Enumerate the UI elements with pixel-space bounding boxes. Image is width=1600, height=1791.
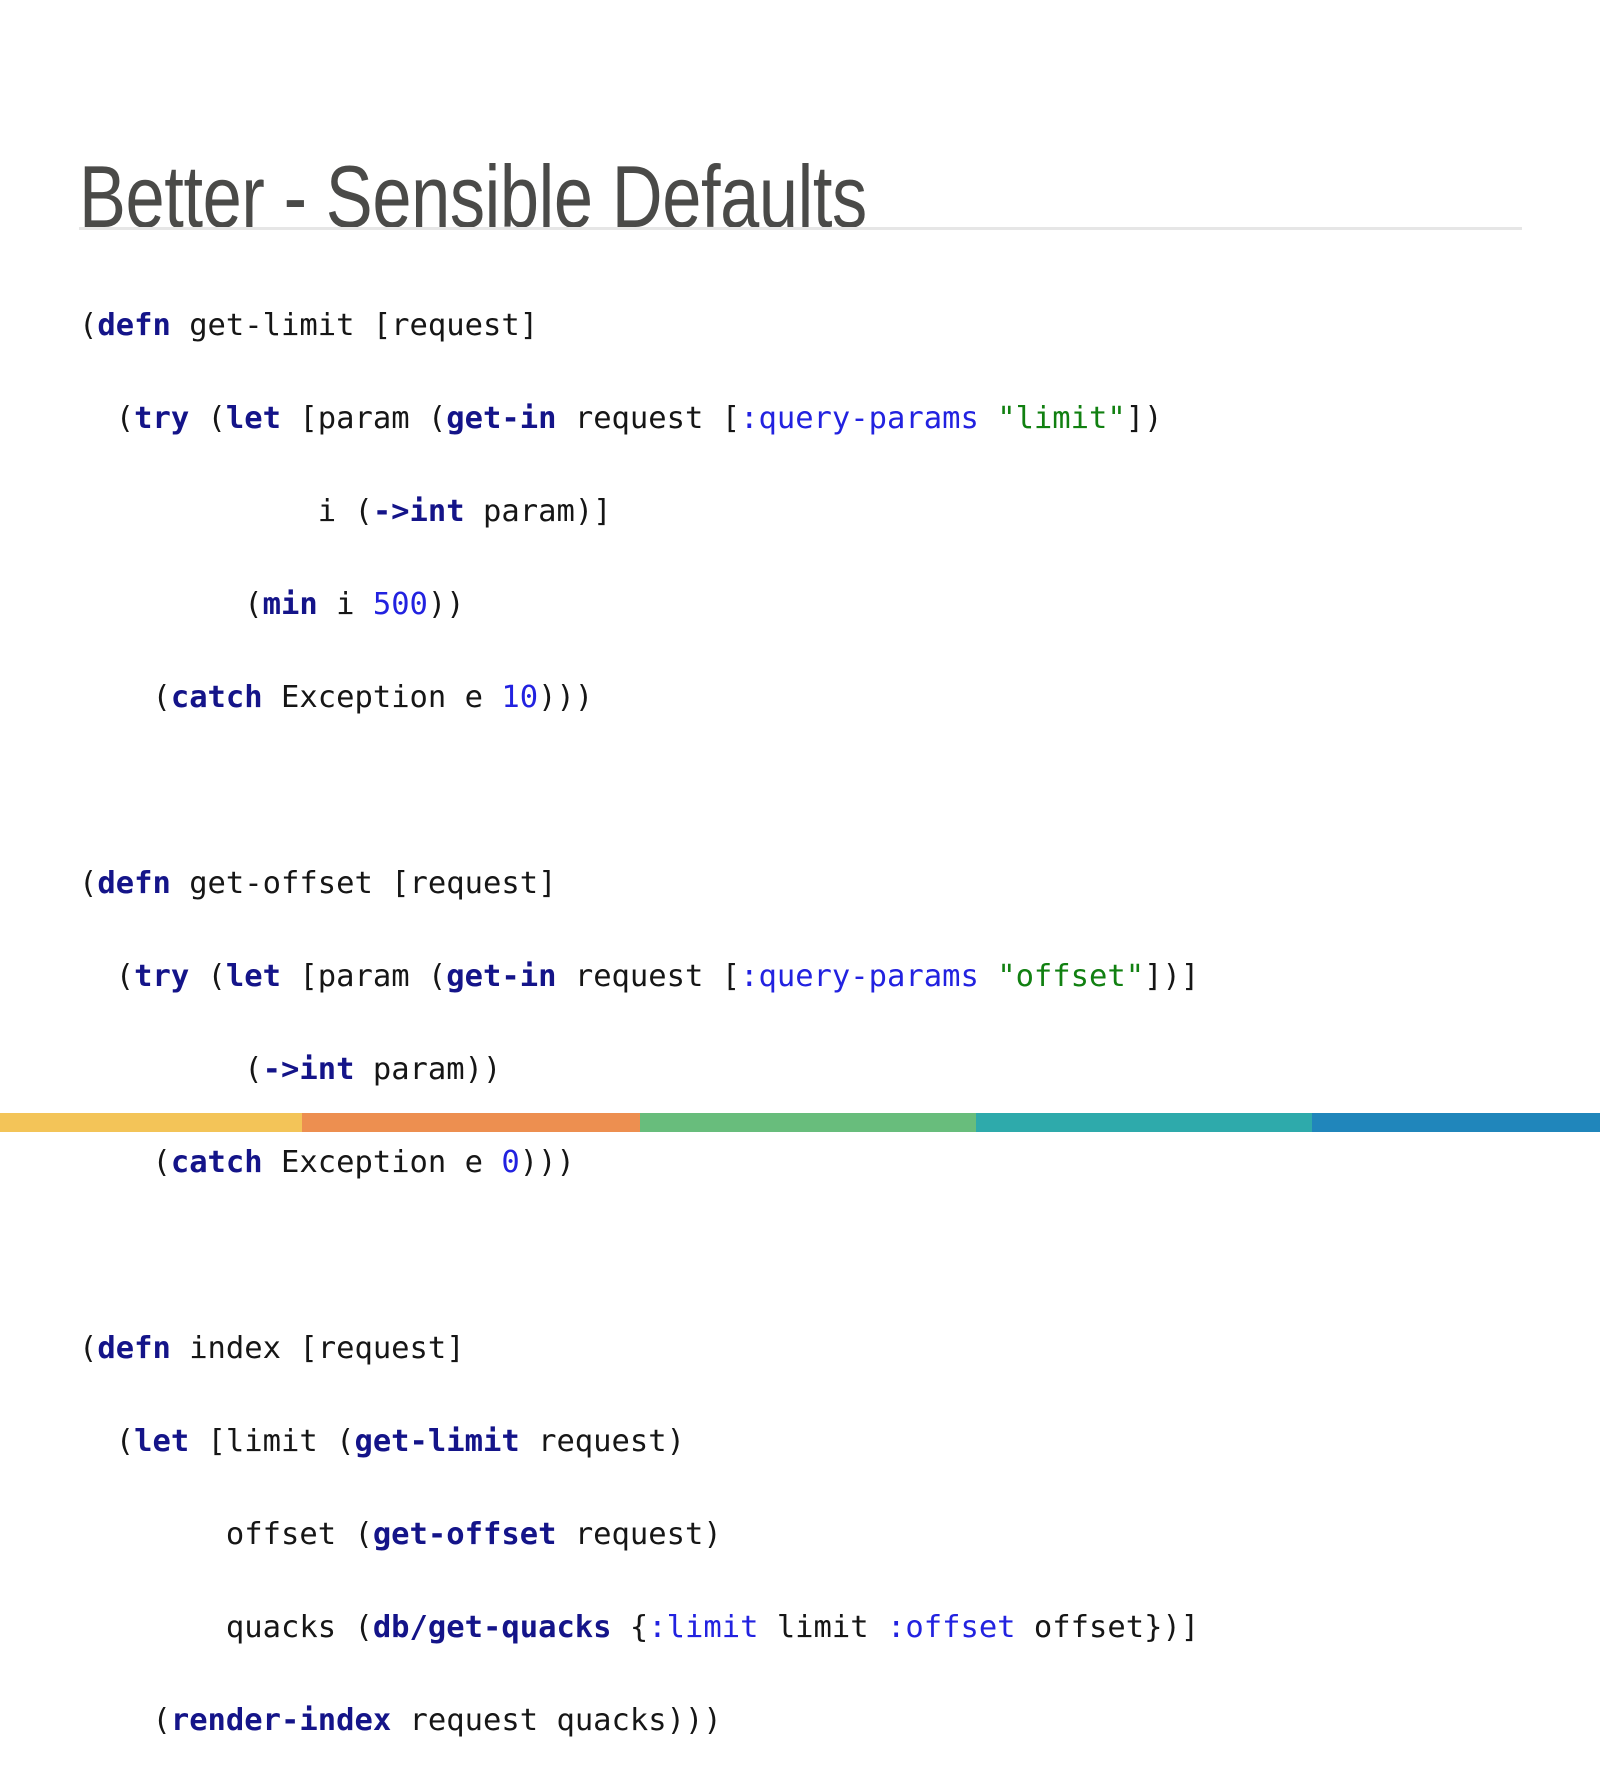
code-line: (catch Exception e 0))) bbox=[79, 1140, 1539, 1187]
code-token-sym: )) bbox=[427, 586, 465, 622]
footer-segment-yellow bbox=[0, 1113, 303, 1132]
code-token-sym: get-offset [request] bbox=[170, 865, 557, 901]
code-line: (->int param)) bbox=[79, 1047, 1539, 1094]
code-token-kw: defn bbox=[97, 307, 171, 343]
footer-color-bar bbox=[0, 1113, 1600, 1132]
code-line: (min i 500)) bbox=[79, 582, 1539, 629]
code-line: (catch Exception e 10))) bbox=[79, 675, 1539, 722]
code-token-kw: min bbox=[262, 586, 318, 622]
title-divider bbox=[79, 227, 1522, 230]
code-token-kwd: :query-params bbox=[740, 958, 979, 994]
code-line: quacks (db/get-quacks {:limit limit :off… bbox=[79, 1605, 1539, 1652]
code-token-sym: ( bbox=[79, 1051, 263, 1087]
code-token-sym: Exception e bbox=[262, 679, 502, 715]
footer-segment-teal bbox=[975, 1113, 1312, 1132]
code-token-sym: [param ( bbox=[281, 958, 447, 994]
code-token-sym: param)] bbox=[464, 493, 612, 529]
code-token-kw: get-in bbox=[446, 400, 557, 436]
code-token-sym: param)) bbox=[354, 1051, 502, 1087]
code-token-sym: ))) bbox=[519, 1144, 575, 1180]
code-token-num: 10 bbox=[501, 679, 539, 715]
code-line: (defn index [request] bbox=[79, 1326, 1539, 1373]
code-token-sym: Exception e bbox=[262, 1144, 502, 1180]
code-line: i (->int param)] bbox=[79, 489, 1539, 536]
code-token-kw: let bbox=[225, 958, 282, 994]
code-token-sym: ]) bbox=[1125, 400, 1163, 436]
code-line: (defn get-limit [request] bbox=[79, 303, 1539, 350]
code-token-kw: let bbox=[225, 400, 282, 436]
code-listing: (defn get-limit [request] (try (let [par… bbox=[79, 303, 1539, 1791]
code-token-sym: request quacks))) bbox=[391, 1702, 722, 1738]
footer-segment-green bbox=[639, 1113, 976, 1132]
footer-segment-orange bbox=[302, 1113, 640, 1132]
code-line: (try (let [param (get-in request [:query… bbox=[79, 396, 1539, 443]
code-token-sym: ( bbox=[189, 400, 226, 436]
code-token-sym: index [request] bbox=[170, 1330, 465, 1366]
code-token-sym: offset ( bbox=[79, 1516, 373, 1552]
code-token-sym: request [ bbox=[556, 400, 741, 436]
code-token-sym bbox=[979, 959, 997, 994]
code-token-sym: quacks ( bbox=[79, 1609, 373, 1645]
code-token-kwd: :offset bbox=[887, 1609, 1016, 1645]
code-token-kw: get-in bbox=[446, 958, 557, 994]
code-token-sym: ( bbox=[79, 958, 135, 994]
code-line: (render-index request quacks))) bbox=[79, 1698, 1539, 1745]
code-token-kw: ->int bbox=[262, 1051, 355, 1087]
code-token-sym: request) bbox=[556, 1516, 722, 1552]
code-token-sym: ( bbox=[79, 1423, 135, 1459]
code-token-sym: ( bbox=[79, 307, 98, 343]
code-token-sym: ( bbox=[79, 679, 171, 715]
code-token-kw: let bbox=[134, 1423, 190, 1459]
code-token-sym bbox=[979, 401, 997, 436]
code-line: (try (let [param (get-in request [:query… bbox=[79, 954, 1539, 1001]
code-token-sym: request) bbox=[519, 1423, 685, 1459]
code-token-kw: db/get-quacks bbox=[372, 1609, 612, 1645]
code-token-kwd: :query-params bbox=[740, 400, 979, 436]
code-token-sym: limit bbox=[758, 1609, 887, 1645]
code-token-sym: get-limit [request] bbox=[170, 307, 539, 343]
code-token-sym: request [ bbox=[556, 958, 741, 994]
code-line: offset (get-offset request) bbox=[79, 1512, 1539, 1559]
code-token-sym: ( bbox=[79, 400, 135, 436]
code-line: (let [limit (get-limit request) bbox=[79, 1419, 1539, 1466]
code-token-num: 500 bbox=[372, 586, 428, 622]
code-token-kw: try bbox=[134, 958, 190, 994]
code-token-sym: ))) bbox=[538, 679, 594, 715]
code-token-sym: ( bbox=[79, 1144, 171, 1180]
code-token-sym: ])] bbox=[1144, 958, 1200, 994]
code-token-sym: ( bbox=[79, 1330, 98, 1366]
code-token-num: 0 bbox=[501, 1144, 520, 1180]
code-token-sym: { bbox=[611, 1609, 649, 1645]
code-token-sym: i ( bbox=[79, 493, 373, 529]
code-token-str: "limit" bbox=[997, 400, 1126, 436]
code-token-kw: ->int bbox=[372, 493, 465, 529]
code-token-kw: catch bbox=[170, 679, 263, 715]
code-token-kw: defn bbox=[97, 1330, 171, 1366]
code-token-kw: get-offset bbox=[372, 1516, 557, 1552]
code-token-kw: get-limit bbox=[354, 1423, 520, 1459]
code-token-sym: ( bbox=[189, 958, 226, 994]
code-token-kw: render-index bbox=[170, 1702, 392, 1738]
code-token-sym: offset})] bbox=[1015, 1609, 1200, 1645]
code-token-sym: i bbox=[317, 586, 373, 622]
code-token-kw: defn bbox=[97, 865, 171, 901]
footer-segment-blue bbox=[1311, 1113, 1600, 1132]
code-line: (defn get-offset [request] bbox=[79, 861, 1539, 908]
code-token-sym: [param ( bbox=[281, 400, 447, 436]
code-token-kw: catch bbox=[170, 1144, 263, 1180]
code-token-str: "offset" bbox=[997, 958, 1145, 994]
code-token-sym: ( bbox=[79, 1702, 171, 1738]
code-token-sym: ( bbox=[79, 865, 98, 901]
code-token-sym: [limit ( bbox=[189, 1423, 355, 1459]
slide: Better - Sensible Defaults (defn get-lim… bbox=[0, 0, 1600, 1738]
code-token-kw: try bbox=[134, 400, 190, 436]
code-token-sym: ( bbox=[79, 586, 263, 622]
code-token-kwd: :limit bbox=[648, 1609, 759, 1645]
